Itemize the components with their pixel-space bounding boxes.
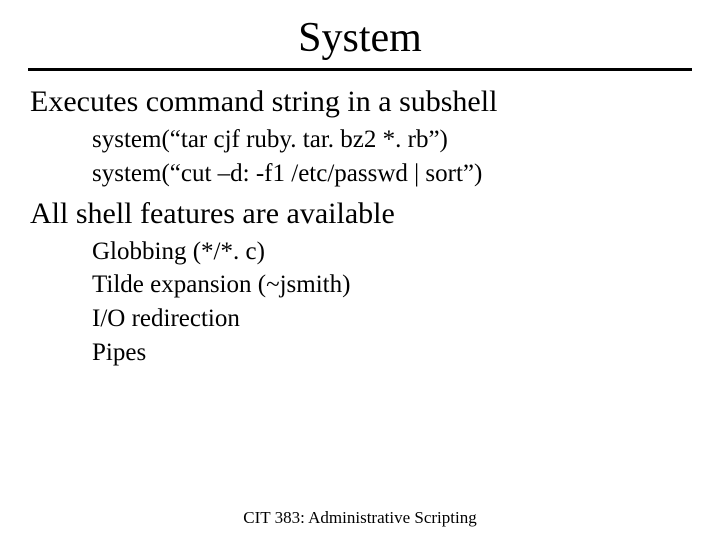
slide-content: Executes command string in a subshell sy… <box>0 85 720 370</box>
section-1-line-2: system(“cut –d: -f1 /etc/passwd | sort”) <box>92 157 690 191</box>
section-1-line-1: system(“tar cjf ruby. tar. bz2 *. rb”) <box>92 123 690 157</box>
slide-title: System <box>0 14 720 62</box>
section-2-line-1: Globbing (*/*. c) <box>92 235 690 269</box>
slide-footer: CIT 383: Administrative Scripting <box>0 508 720 528</box>
slide: System Executes command string in a subs… <box>0 14 720 554</box>
title-divider <box>28 68 692 71</box>
section-2-line-2: Tilde expansion (~jsmith) <box>92 268 690 302</box>
section-2-line-3: I/O redirection <box>92 302 690 336</box>
section-2-line-4: Pipes <box>92 336 690 370</box>
section-2-heading: All shell features are available <box>30 197 690 231</box>
section-1-heading: Executes command string in a subshell <box>30 85 690 119</box>
